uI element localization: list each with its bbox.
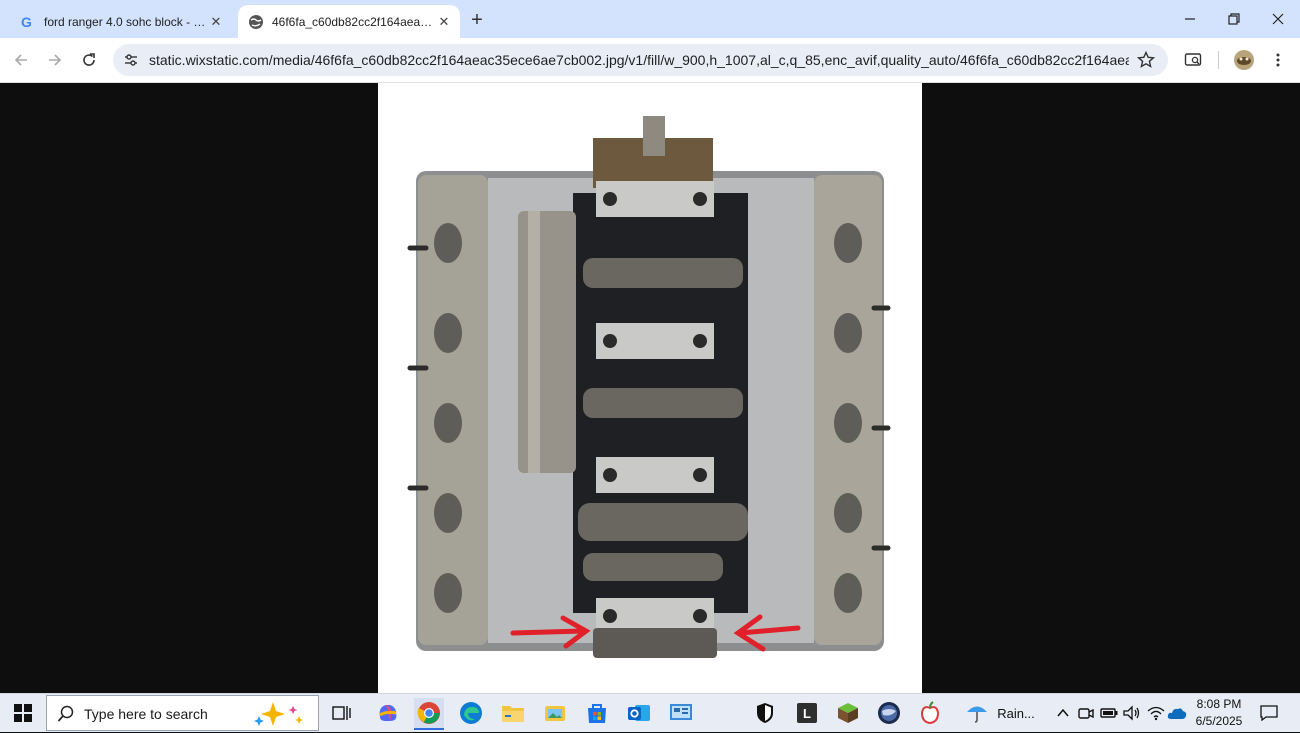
new-tab-button[interactable]: + [466,9,488,31]
chrome-taskbar-icon[interactable] [414,698,444,730]
copilot-icon[interactable] [373,698,403,728]
windows-start-icon[interactable] [8,698,38,728]
toolbar-divider [1218,51,1219,69]
svg-text:G: G [21,14,32,30]
microsoft-store-icon[interactable] [582,698,612,728]
search-placeholder: Type here to search [84,706,208,722]
restore-button[interactable] [1212,0,1256,38]
search-icon [57,705,75,728]
minecraft-icon[interactable] [833,698,863,728]
close-tab-icon[interactable]: ✕ [206,12,226,32]
tab-image[interactable]: 46f6fa_c60db82cc2f164aeac35ece6ae7cb002.… [238,5,460,38]
tab-search-icon[interactable] [1181,48,1205,72]
engine-block-photo [378,83,922,693]
l-app-icon[interactable]: L [792,698,822,728]
close-tab-icon[interactable]: ✕ [434,12,454,32]
outlook-icon[interactable] [624,698,654,728]
bookmark-star-icon[interactable] [1136,50,1156,70]
rain-umbrella-icon [965,701,989,726]
site-settings-icon[interactable] [121,50,141,70]
clock-time: 8:08 PM [1196,697,1242,711]
forward-icon[interactable] [43,48,67,72]
svg-text:L: L [803,706,811,721]
control-panel-icon[interactable] [666,698,696,728]
minimize-button[interactable] [1168,0,1212,38]
menu-icon[interactable] [1266,48,1290,72]
taskbar-search-box[interactable]: Type here to search [46,695,319,731]
onedrive-icon[interactable] [1166,694,1188,732]
clock-date: 6/5/2025 [1195,714,1243,728]
globe-icon [248,14,264,30]
task-view-icon[interactable] [327,698,357,728]
notification-center-icon[interactable] [1256,694,1282,732]
meet-camera-icon[interactable] [1076,694,1096,732]
address-bar[interactable]: static.wixstatic.com/media/46f6fa_c60db8… [113,44,1168,76]
image-viewer [0,83,1300,693]
photos-folder-icon[interactable] [540,698,570,728]
google-g-icon: G [20,14,36,30]
weather-widget[interactable]: Rain... [964,694,1036,732]
reload-icon[interactable] [77,48,101,72]
system-clock[interactable]: 8:08 PM 6/5/2025 [1188,696,1250,730]
windows-taskbar: Type here to search L Rain... 8:08 PM 6/… [0,693,1300,732]
tab-google-search[interactable]: G ford ranger 4.0 sohc block - Google ✕ [8,5,232,38]
file-explorer-icon[interactable] [498,698,528,728]
volume-icon[interactable] [1121,694,1143,732]
close-window-button[interactable] [1256,0,1300,38]
chevron-up-icon[interactable] [1052,694,1074,732]
wifi-icon[interactable] [1145,694,1167,732]
weather-label: Rain... [997,705,1035,721]
fruit-app-icon[interactable] [915,698,945,728]
battery-icon[interactable] [1098,694,1120,732]
browser-toolbar: static.wixstatic.com/media/46f6fa_c60db8… [0,38,1300,83]
tab-strip: G ford ranger 4.0 sohc block - Google ✕ … [0,0,1300,38]
security-shield-icon[interactable] [750,698,780,728]
globe-app-icon[interactable] [874,698,904,728]
profile-avatar[interactable] [1232,48,1256,72]
tab-title: ford ranger 4.0 sohc block - Google [44,14,206,29]
edge-icon[interactable] [456,698,486,728]
url-text[interactable]: static.wixstatic.com/media/46f6fa_c60db8… [149,52,1129,68]
back-icon[interactable] [9,48,33,72]
tab-title: 46f6fa_c60db82cc2f164aeac35ece6ae7cb002.… [272,14,434,29]
sparkle-highlight-icon [253,700,309,733]
